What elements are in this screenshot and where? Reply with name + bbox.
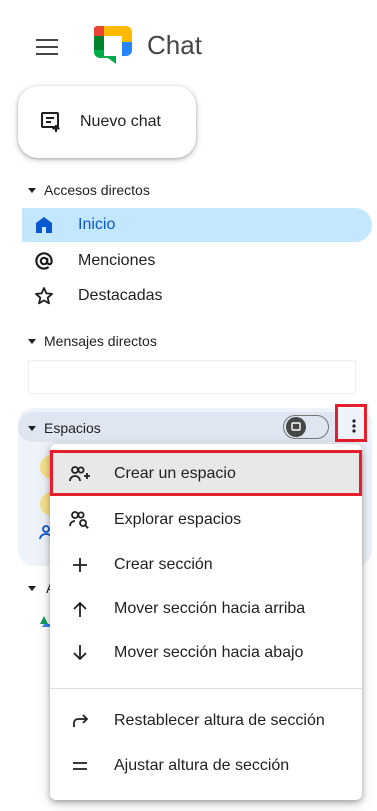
section-header-apps[interactable] bbox=[28, 586, 36, 591]
menu-item-label: Crear sección bbox=[114, 556, 213, 573]
google-chat-logo-icon bbox=[90, 22, 136, 68]
caret-down-icon bbox=[28, 187, 36, 193]
section-header-spaces[interactable]: Espacios bbox=[28, 420, 101, 436]
equals-icon bbox=[68, 754, 92, 778]
menu-item-label: Ajustar altura de sección bbox=[114, 757, 290, 774]
section-header-shortcuts[interactable]: Accesos directos bbox=[28, 182, 150, 198]
spaces-toggle[interactable] bbox=[283, 415, 329, 439]
menu-item-adjust-height[interactable]: Ajustar altura de sección bbox=[50, 744, 362, 788]
nav-item-label: Menciones bbox=[78, 252, 156, 269]
menu-item-label: Mover sección hacia abajo bbox=[114, 644, 304, 661]
app-title: Chat bbox=[147, 30, 202, 60]
arrow-down-icon bbox=[68, 641, 92, 665]
toggle-knob-icon bbox=[286, 417, 306, 437]
plus-icon bbox=[68, 553, 92, 577]
nav-item-mentions[interactable]: Menciones bbox=[22, 244, 372, 278]
arrow-up-icon bbox=[68, 597, 92, 621]
hamburger-icon bbox=[36, 39, 58, 55]
spaces-options-menu: Crear un espacio Explorar espacios Crear… bbox=[50, 444, 362, 800]
nav-item-starred[interactable]: Destacadas bbox=[22, 279, 372, 313]
menu-item-browse-spaces[interactable]: Explorar espacios bbox=[50, 498, 362, 542]
section-label: Espacios bbox=[44, 420, 101, 436]
home-icon bbox=[30, 211, 58, 239]
nav-item-label: Inicio bbox=[78, 216, 116, 233]
search-people-icon bbox=[68, 508, 92, 532]
main-menu-button[interactable] bbox=[30, 30, 64, 64]
nav-item-home[interactable]: Inicio bbox=[22, 208, 372, 242]
section-header-direct-messages[interactable]: Mensajes directos bbox=[28, 333, 157, 349]
star-icon bbox=[30, 282, 58, 310]
menu-item-move-up[interactable]: Mover sección hacia arriba bbox=[50, 587, 362, 631]
caret-down-icon bbox=[28, 338, 36, 344]
menu-item-label: Explorar espacios bbox=[114, 511, 242, 528]
nav-item-label: Destacadas bbox=[78, 287, 163, 304]
highlight-box-more-options bbox=[335, 404, 367, 442]
redo-arrow-icon bbox=[68, 709, 92, 733]
new-chat-button[interactable]: Nuevo chat bbox=[18, 86, 196, 158]
menu-item-create-section[interactable]: Crear sección bbox=[50, 543, 362, 587]
caret-down-icon bbox=[28, 425, 36, 431]
new-chat-icon bbox=[38, 109, 64, 135]
at-sign-icon bbox=[30, 247, 58, 275]
menu-item-label: Restablecer altura de sección bbox=[114, 712, 325, 729]
new-chat-label: Nuevo chat bbox=[80, 113, 161, 130]
menu-item-move-down[interactable]: Mover sección hacia abajo bbox=[50, 631, 362, 675]
direct-messages-list bbox=[28, 360, 356, 394]
section-label: Mensajes directos bbox=[44, 333, 157, 349]
menu-divider bbox=[50, 688, 362, 689]
menu-item-label: Mover sección hacia arriba bbox=[114, 600, 306, 617]
caret-down-icon bbox=[28, 586, 36, 591]
highlight-box-create-space bbox=[50, 450, 362, 496]
menu-item-reset-height[interactable]: Restablecer altura de sección bbox=[50, 699, 362, 743]
section-label: Accesos directos bbox=[44, 182, 150, 198]
